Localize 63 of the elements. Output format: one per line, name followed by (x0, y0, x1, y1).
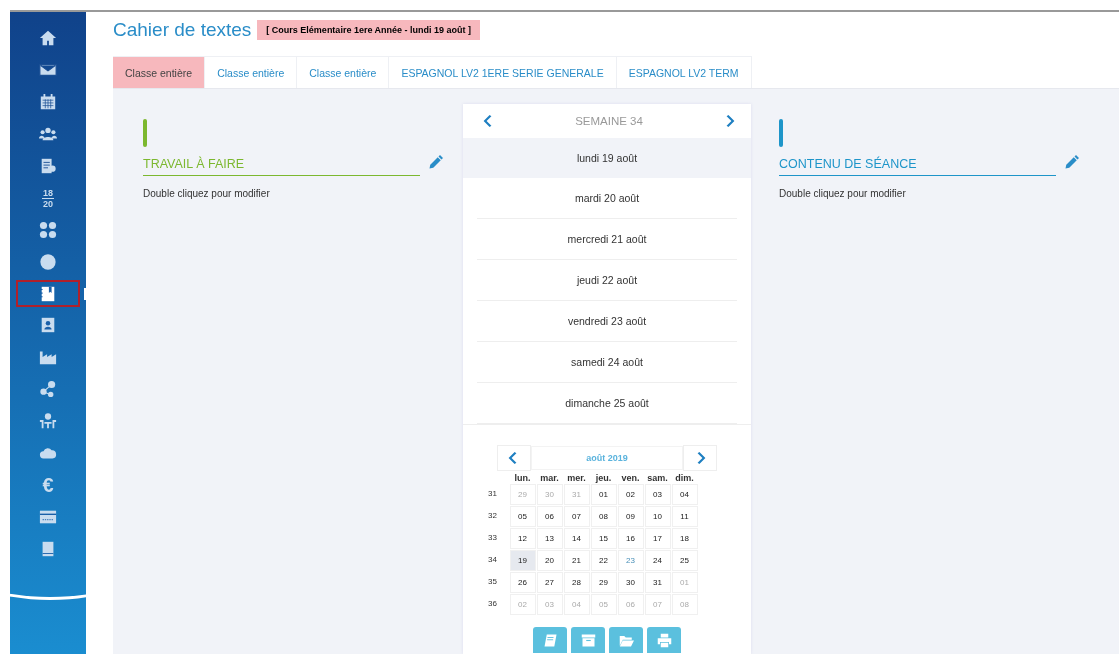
date-cell[interactable]: 09 (617, 506, 644, 527)
date-cell[interactable]: 07 (563, 506, 590, 527)
page-title: Cahier de textes (113, 19, 252, 41)
weekday-label: lun. (513, 473, 532, 483)
date-cell[interactable]: 10 (644, 506, 671, 527)
tab[interactable]: ESPAGNOL LV2 TERM (616, 56, 752, 88)
day-item[interactable]: mardi 20 août (477, 178, 737, 219)
day-item[interactable]: vendredi 23 août (477, 301, 737, 342)
section-heading: TRAVAIL À FAIRE (143, 157, 420, 176)
date-cell[interactable]: 02 (617, 484, 644, 505)
week-number: 34 (487, 554, 498, 566)
date-cell[interactable]: 27 (536, 572, 563, 593)
week-number: 33 (487, 532, 498, 544)
week-title: SEMAINE 34 (575, 115, 643, 127)
hint-text: Double cliquez pour modifier (143, 188, 271, 199)
date-cell[interactable]: 17 (644, 528, 671, 549)
date-cell[interactable]: 04 (671, 484, 698, 505)
day-item[interactable]: lundi 19 août (463, 138, 751, 178)
date-cell[interactable]: 30 (617, 572, 644, 593)
date-cell[interactable]: 29 (590, 572, 617, 593)
date-cell[interactable]: 23 (617, 550, 644, 571)
weekday-label: mar. (539, 473, 560, 483)
date-cell[interactable]: 06 (536, 506, 563, 527)
date-cell[interactable]: 05 (509, 506, 536, 527)
date-cell[interactable]: 01 (590, 484, 617, 505)
week-number: 36 (487, 598, 498, 610)
week-number: 31 (487, 488, 498, 500)
date-cell[interactable]: 19 (509, 550, 536, 571)
date-cell[interactable]: 13 (536, 528, 563, 549)
tab[interactable]: Classe entière (113, 56, 206, 88)
date-cell[interactable]: 11 (671, 506, 698, 527)
weekday-label: sam. (646, 473, 669, 483)
date-cell[interactable]: 31 (644, 572, 671, 593)
date-cell[interactable]: 22 (590, 550, 617, 571)
week-number: 35 (487, 576, 498, 588)
date-cell[interactable]: 25 (671, 550, 698, 571)
date-cell[interactable]: 16 (617, 528, 644, 549)
day-item[interactable]: jeudi 22 août (477, 260, 737, 301)
class-badge: [ Cours Elémentaire 1ere Année - lundi 19 août ] (257, 20, 481, 40)
date-cell[interactable]: 14 (563, 528, 590, 549)
date-cell[interactable]: 03 (644, 484, 671, 505)
tab[interactable]: Classe entière (205, 56, 298, 88)
date-cell[interactable]: 20 (536, 550, 563, 571)
date-cell[interactable]: 24 (644, 550, 671, 571)
week-number: 32 (487, 510, 498, 522)
weekday-label: mer. (566, 473, 587, 483)
date-cell[interactable]: 12 (509, 528, 536, 549)
day-item[interactable]: mercredi 21 août (477, 219, 737, 260)
date-cell[interactable]: 18 (671, 528, 698, 549)
weekday-label: jeu. (594, 473, 613, 483)
hint-text: Double cliquez pour modifier (779, 188, 907, 199)
date-cell[interactable]: 08 (590, 506, 617, 527)
date-cell[interactable]: 26 (509, 572, 536, 593)
date-cell[interactable]: 15 (590, 528, 617, 549)
day-item[interactable]: dimanche 25 août (477, 383, 737, 424)
tab[interactable]: ESPAGNOL LV2 1ERE SERIE GENERALE (389, 56, 617, 88)
day-item[interactable]: samedi 24 août (477, 342, 737, 383)
tab[interactable]: Classe entière (297, 56, 390, 88)
weekday-label: ven. (620, 473, 641, 483)
date-cell[interactable]: 21 (563, 550, 590, 571)
weekday-label: dim. (674, 473, 695, 483)
section-heading: CONTENU DE SÉANCE (779, 157, 1056, 176)
date-cell[interactable]: 28 (563, 572, 590, 593)
